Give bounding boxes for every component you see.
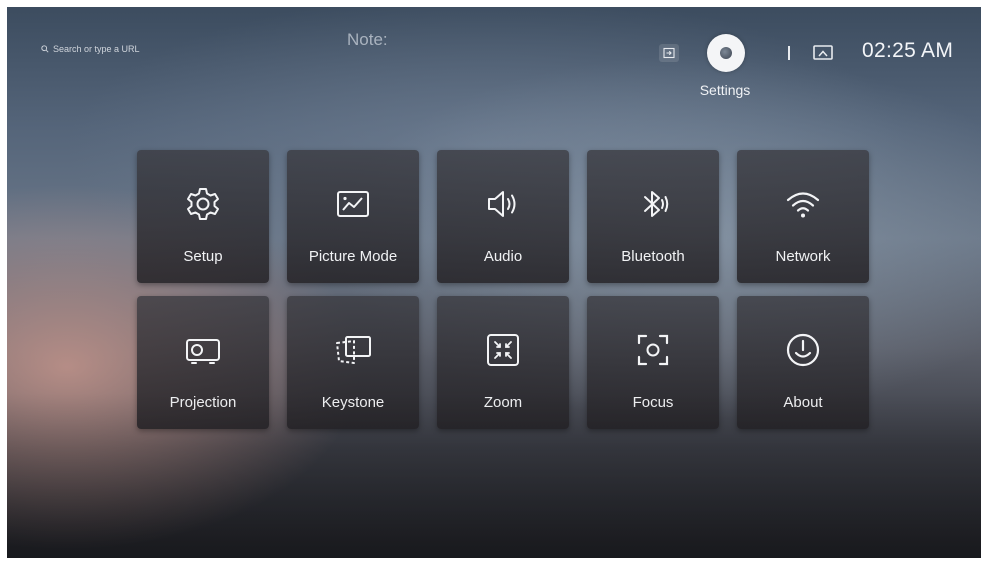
settings-icon [720,47,732,59]
projector-icon [183,330,223,370]
settings-button[interactable] [707,34,745,72]
tile-keystone[interactable]: Keystone [287,296,419,429]
tile-label: Audio [483,248,523,265]
tile-label: Projection [169,394,237,411]
tile-network[interactable]: Network [737,150,869,283]
tile-label: Keystone [321,394,385,411]
tile-label: Setup [183,248,223,265]
screen-icon[interactable] [812,43,834,63]
tile-zoom[interactable]: Zoom [437,296,569,429]
tile-about[interactable]: About [737,296,869,429]
tile-label: Zoom [483,394,523,411]
search-placeholder: Search or type a URL [53,44,140,54]
picture-mode-icon [333,184,373,224]
zoom-icon [483,330,523,370]
tile-label: Picture Mode [308,248,398,265]
about-icon [783,330,823,370]
tile-bluetooth[interactable]: Bluetooth [587,150,719,283]
tile-focus[interactable]: Focus [587,296,719,429]
tile-label: Network [775,248,831,265]
tile-picture-mode[interactable]: Picture Mode [287,150,419,283]
settings-label: Settings [699,82,751,98]
tile-label: About [783,394,823,411]
input-source-icon [663,47,675,59]
gear-icon [183,184,223,224]
wifi-icon [783,184,823,224]
tile-audio[interactable]: Audio [437,150,569,283]
focus-icon [633,330,673,370]
search-bar[interactable]: Search or type a URL [41,44,140,54]
clock: 02:25 AM [862,39,954,62]
speaker-icon [483,184,523,224]
note-text: Note: [347,30,388,49]
tile-setup[interactable]: Setup [137,150,269,283]
tile-projection[interactable]: Projection [137,296,269,429]
input-source-button[interactable] [659,44,679,62]
search-icon [41,45,49,53]
tile-label: Focus [632,394,674,411]
tile-label: Bluetooth [621,248,685,265]
home-screen: Search or type a URL Note: Settings 02:2… [7,7,981,558]
bluetooth-icon [633,184,673,224]
keystone-icon [333,330,373,370]
separator [788,46,790,60]
